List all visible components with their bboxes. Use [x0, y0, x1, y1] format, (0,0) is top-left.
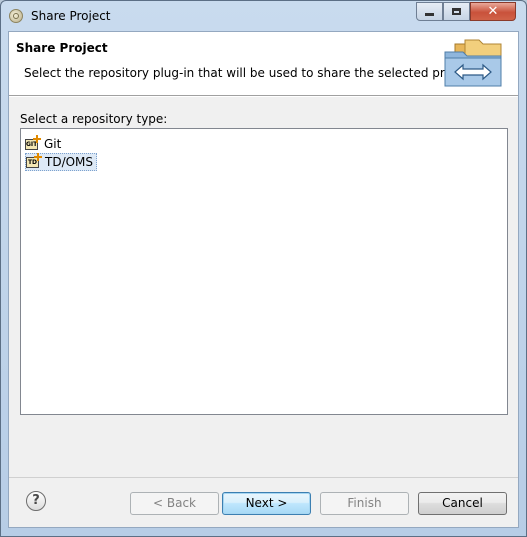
minimize-icon [425, 13, 434, 16]
share-project-dialog: Share Project ✕ Share Project Select the… [0, 0, 527, 537]
page-title: Share Project [16, 41, 108, 55]
eclipse-app-icon [9, 9, 23, 23]
minimize-button[interactable] [416, 2, 443, 21]
title-bar[interactable]: Share Project ✕ [1, 1, 526, 31]
git-repository-icon: GIT [25, 135, 41, 152]
folders-share-arrows-icon [444, 39, 502, 87]
cancel-button[interactable]: Cancel [418, 492, 507, 515]
wizard-header: Share Project Select the repository plug… [9, 32, 518, 96]
repository-type-label: Select a repository type: [20, 112, 168, 126]
maximize-icon [452, 8, 461, 15]
close-icon: ✕ [487, 4, 499, 19]
help-icon[interactable]: ? [26, 491, 46, 511]
list-item-label: Git [44, 137, 62, 151]
list-item-git[interactable]: GIT Git [25, 135, 64, 153]
repository-type-list[interactable]: GIT Git TD TD/OMS [20, 128, 508, 415]
back-button[interactable]: < Back [130, 492, 219, 515]
maximize-button[interactable] [443, 2, 470, 21]
window-title: Share Project [31, 9, 111, 23]
dialog-body: Share Project Select the repository plug… [8, 31, 519, 528]
button-bar-separator [9, 477, 518, 478]
finish-button[interactable]: Finish [320, 492, 409, 515]
td-oms-repository-icon: TD [26, 153, 42, 170]
close-button[interactable]: ✕ [470, 2, 516, 21]
list-item-td-oms[interactable]: TD TD/OMS [25, 153, 98, 171]
next-button[interactable]: Next > [222, 492, 311, 515]
header-separator [9, 96, 518, 97]
list-item-label: TD/OMS [45, 155, 94, 169]
page-description: Select the repository plug-in that will … [24, 66, 478, 80]
